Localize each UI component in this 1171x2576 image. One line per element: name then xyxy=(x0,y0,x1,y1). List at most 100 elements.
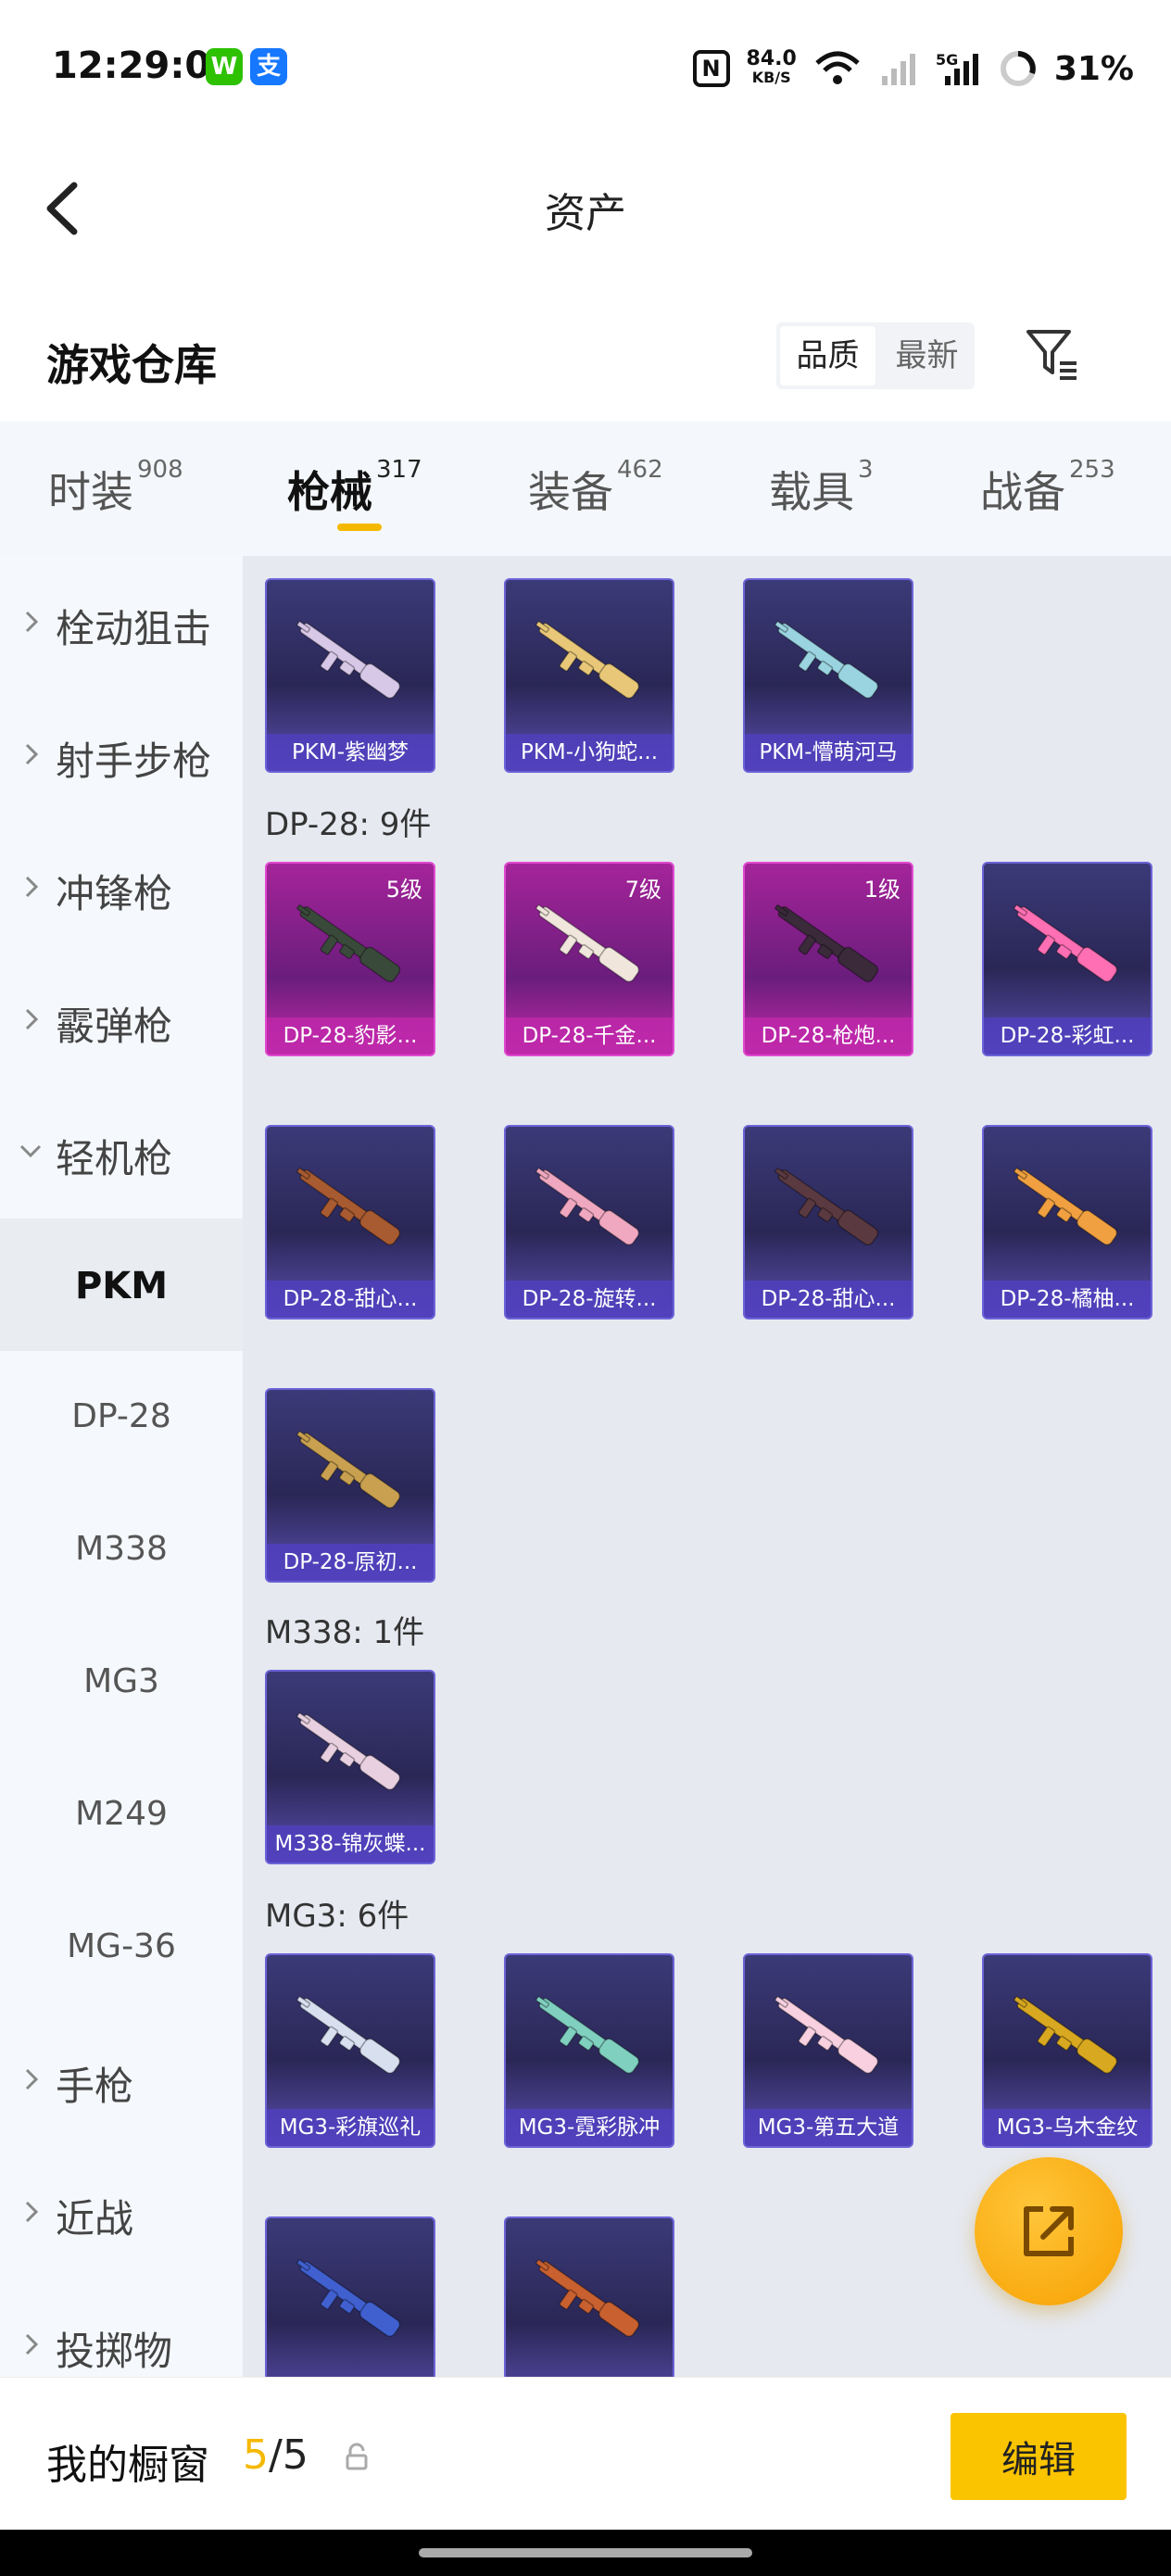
weapon-skin-card[interactable]: DP-28-甜心... xyxy=(265,1125,435,1320)
signal-weak-icon xyxy=(881,54,915,85)
showcase-count-separator: / xyxy=(269,2431,283,2479)
sort-quality-button[interactable]: 品质 xyxy=(780,326,875,385)
weapon-skin-image xyxy=(535,2259,640,2338)
sidebar-item-melee[interactable]: 近战 xyxy=(0,2146,243,2279)
sidebar-item-marksman[interactable]: 射手步枪 xyxy=(0,688,243,821)
sidebar-subitem-pkm[interactable]: PKM xyxy=(0,1219,243,1351)
speed-unit: KB/S xyxy=(751,69,791,86)
sidebar-subitem-mg3[interactable]: MG3 xyxy=(0,1616,243,1749)
weapon-skin-image xyxy=(296,1712,401,1791)
sidebar-subitem-mg36[interactable]: MG-36 xyxy=(0,1881,243,2014)
sidebar-item-lmg[interactable]: 轻机枪 xyxy=(0,1086,243,1219)
tab-supplies[interactable]: 战备 253 xyxy=(980,456,1115,520)
weapon-skin-image xyxy=(296,904,401,983)
weapon-skin-image xyxy=(535,904,640,983)
skin-name: DP-28-甜心... xyxy=(267,1281,434,1318)
speed-value: 84.0 xyxy=(746,47,797,70)
skin-name: MG3-第五大道 xyxy=(745,2109,912,2146)
tab-label: 装备 xyxy=(528,467,613,517)
weapon-skin-card[interactable] xyxy=(265,2216,435,2377)
weapon-skin-image xyxy=(774,1996,879,2075)
svg-text:5G: 5G xyxy=(936,51,958,69)
weapon-skin-card[interactable]: MG3-霓彩脉冲 xyxy=(504,1953,674,2148)
weapon-skin-card[interactable]: MG3-乌木金纹 xyxy=(982,1953,1152,2148)
weapon-skin-card[interactable] xyxy=(504,2216,674,2377)
tab-weapons[interactable]: 枪械 317 xyxy=(287,456,422,520)
tab-label: 时装 xyxy=(48,467,133,517)
tab-equipment[interactable]: 装备 462 xyxy=(528,456,663,520)
weapon-skin-image xyxy=(296,621,401,700)
sidebar-item-label: 栓动狙击 xyxy=(56,606,212,651)
sidebar-subitem-dp28[interactable]: DP-28 xyxy=(0,1351,243,1484)
weapon-skin-card[interactable]: DP-28-甜心... xyxy=(743,1125,913,1320)
sidebar-item-shotgun[interactable]: 霰弹枪 xyxy=(0,953,243,1086)
weapon-skin-image xyxy=(1014,1996,1118,2075)
chevron-right-icon xyxy=(25,2068,39,2090)
app-root: 12:29:09 W 支 N 84.0 KB/S 5G 31% 资产 游戏仓库 品… xyxy=(0,0,1171,2576)
weapon-skin-image xyxy=(774,621,879,700)
skin-name: M338-锦灰蝶... xyxy=(267,1825,434,1863)
weapon-skin-card[interactable]: DP-28-旋转... xyxy=(504,1125,674,1320)
network-speed: 84.0 KB/S xyxy=(746,47,797,87)
page-title: 资产 xyxy=(545,190,626,237)
chevron-right-icon xyxy=(25,611,39,633)
sidebar-item-label: 射手步枪 xyxy=(56,739,212,784)
weapon-skin-image xyxy=(1014,1168,1118,1246)
showcase-count-total: 5 xyxy=(282,2431,308,2479)
weapon-skin-card[interactable]: 1级 DP-28-枪炮... xyxy=(743,862,913,1056)
weapon-skin-image xyxy=(535,621,640,700)
sidebar-item-label: 投掷物 xyxy=(56,2329,173,2374)
system-nav-bar xyxy=(0,2530,1171,2576)
skin-name: DP-28-橘柚... xyxy=(984,1281,1151,1318)
weapon-skin-card[interactable]: PKM-小狗蛇... xyxy=(504,578,674,773)
showcase-count: 5/5 xyxy=(243,2431,308,2479)
home-gesture-bar[interactable] xyxy=(419,2548,752,2557)
sidebar-item-bolt-sniper[interactable]: 栓动狙击 xyxy=(0,556,243,688)
sidebar-item-label: MG3 xyxy=(83,1662,159,1700)
weapon-grid-area: PKM-紫幽梦 PKM-小狗蛇... PKM-懵萌河马 DP-28: 9件 5级 DP… xyxy=(243,556,1171,2377)
chevron-down-icon xyxy=(19,1144,42,1158)
wechat-icon: W xyxy=(206,48,243,85)
chevron-right-icon xyxy=(25,876,39,898)
weapon-skin-card[interactable]: DP-28-彩虹... xyxy=(982,862,1152,1056)
sidebar-item-label: 近战 xyxy=(56,2196,134,2241)
tab-fashion[interactable]: 时装 908 xyxy=(48,456,183,520)
weapon-skin-card[interactable]: MG3-第五大道 xyxy=(743,1953,913,2148)
weapon-skin-image xyxy=(296,1996,401,2075)
weapon-skin-card[interactable]: MG3-彩旗巡礼 xyxy=(265,1953,435,2148)
share-fab[interactable] xyxy=(975,2157,1123,2305)
weapon-skin-card[interactable]: DP-28-原初... xyxy=(265,1388,435,1583)
sidebar-item-label: M249 xyxy=(75,1795,168,1833)
edit-button[interactable]: 编辑 xyxy=(951,2413,1127,2500)
skin-name: DP-28-旋转... xyxy=(506,1281,673,1318)
sidebar-item-smg[interactable]: 冲锋枪 xyxy=(0,821,243,953)
weapon-skin-card[interactable]: PKM-懵萌河马 xyxy=(743,578,913,773)
sort-toggle: 品质 最新 xyxy=(776,322,975,389)
sidebar-item-label: 霰弹枪 xyxy=(56,1004,173,1049)
sidebar-subitem-m338[interactable]: M338 xyxy=(0,1484,243,1616)
chevron-right-icon xyxy=(25,743,39,765)
weapon-skin-image xyxy=(1014,904,1118,983)
skin-name: DP-28-千金... xyxy=(506,1017,673,1054)
sidebar-item-pistol[interactable]: 手枪 xyxy=(0,2014,243,2146)
weapon-skin-card[interactable]: DP-28-橘柚... xyxy=(982,1125,1152,1320)
sidebar-subitem-m249[interactable]: M249 xyxy=(0,1749,243,1881)
signal-5g-icon: 5G xyxy=(936,51,978,85)
skin-level-badge: 5级 xyxy=(385,877,422,903)
weapon-skin-card[interactable]: PKM-紫幽梦 xyxy=(265,578,435,773)
skin-name: PKM-懵萌河马 xyxy=(745,734,912,771)
weapon-skin-card[interactable]: M338-锦灰蝶... xyxy=(265,1670,435,1864)
tab-vehicles[interactable]: 载具 3 xyxy=(769,456,874,520)
sort-newest-button[interactable]: 最新 xyxy=(879,322,975,389)
weapon-skin-card[interactable]: 7级 DP-28-千金... xyxy=(504,862,674,1056)
battery-ring-icon xyxy=(1000,51,1036,86)
filter-icon[interactable] xyxy=(1023,324,1082,384)
m338-section-header: M338: 1件 xyxy=(265,1614,425,1651)
tab-label: 枪械 xyxy=(287,467,372,517)
tab-label: 载具 xyxy=(769,467,854,517)
category-tabs: 时装 908 枪械 317 装备 462 载具 3 战备 253 xyxy=(0,422,1171,556)
status-indicators: N 84.0 KB/S 5G 31% xyxy=(692,43,1134,95)
showcase-label: 我的橱窗 xyxy=(46,2442,209,2489)
mg3-section-header: MG3: 6件 xyxy=(265,1898,409,1935)
weapon-skin-card[interactable]: 5级 DP-28-豹影... xyxy=(265,862,435,1056)
